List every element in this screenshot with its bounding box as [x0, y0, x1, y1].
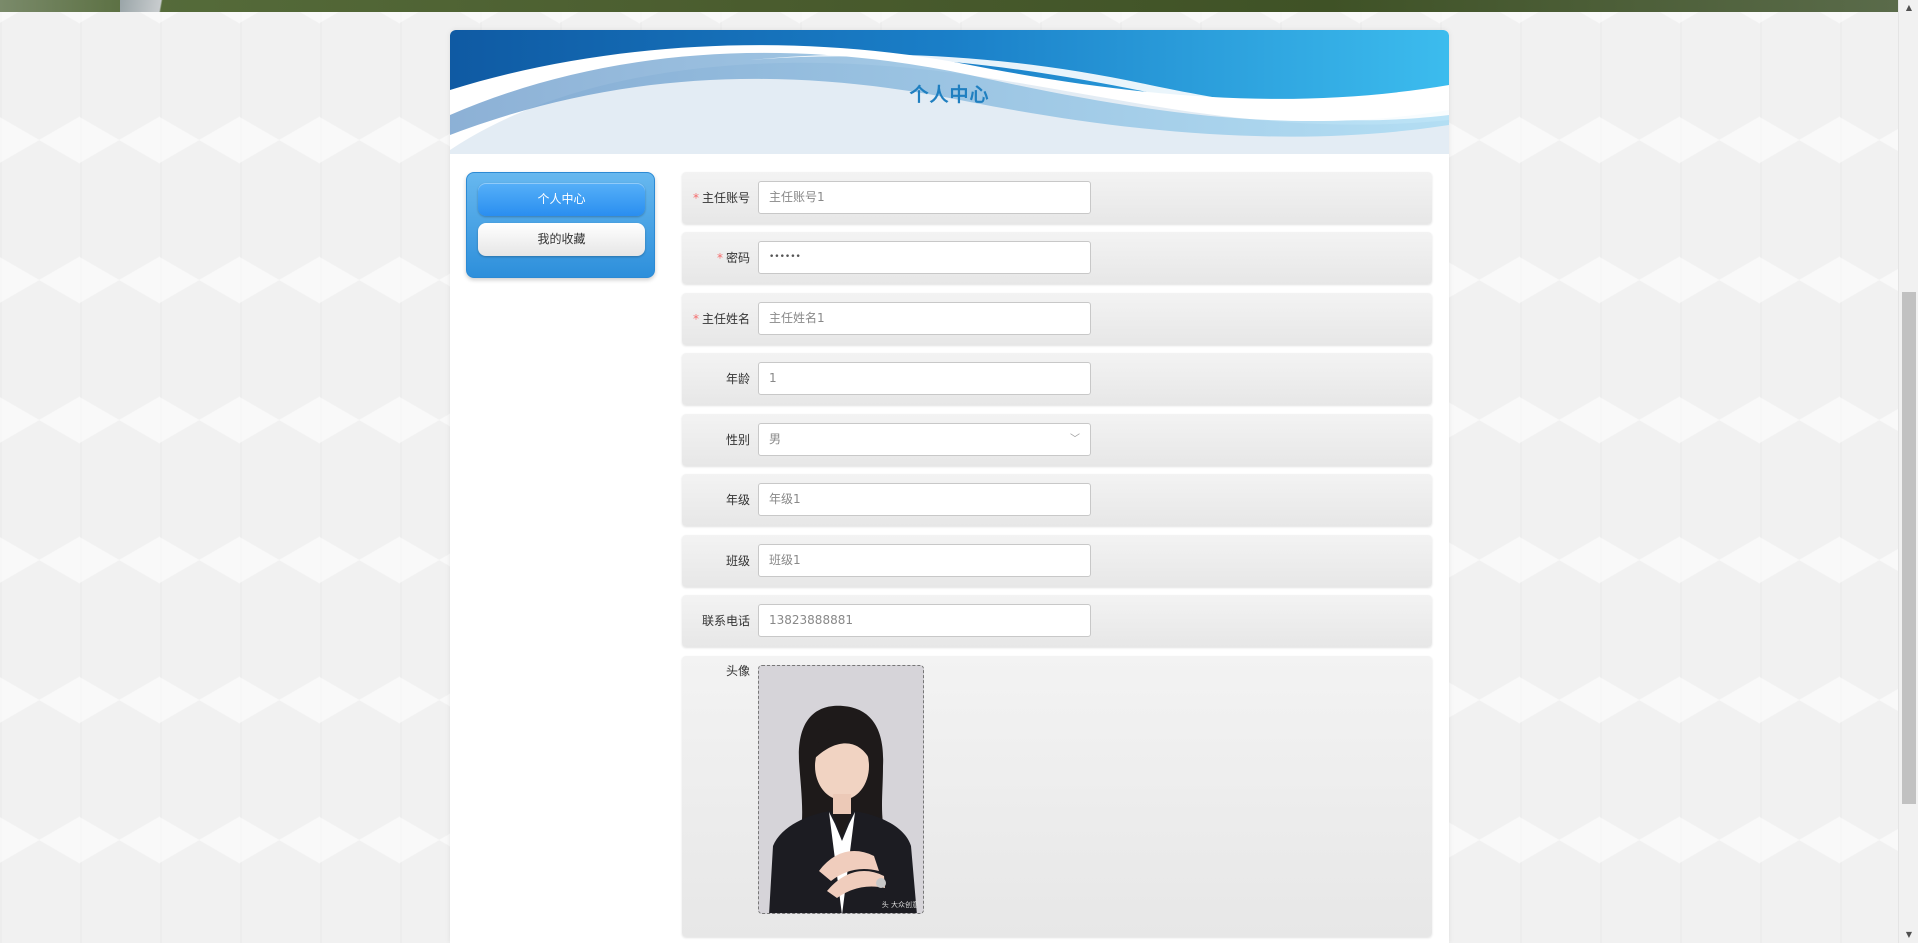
phone-label: 联系电话 [701, 614, 750, 628]
form-row-gender: 性别 男 ﹀ [682, 414, 1432, 466]
page-title: 个人中心 [909, 84, 990, 106]
required-mark: * [692, 191, 699, 205]
age-input[interactable]: 1 [758, 362, 1091, 395]
required-mark: * [716, 251, 723, 265]
chevron-down-icon: ﹀ [1070, 434, 1080, 445]
header-background-image [0, 0, 1898, 12]
name-input[interactable]: 主任姓名1 [758, 302, 1091, 335]
avatar-watermark: 头 大众创意 [881, 901, 919, 909]
password-input[interactable]: •••••• [758, 241, 1091, 274]
triangle-up-icon[interactable]: ▲ [1899, 0, 1918, 16]
profile-card: 个人中心 个人中心 我的收藏 * 主任账号 主任账号1 * 密码 •••••• * 主… [450, 30, 1449, 943]
form-row-grade: 年级 年级1 [682, 474, 1432, 526]
menu-item-favorites[interactable]: 我的收藏 [478, 223, 645, 256]
triangle-down-icon[interactable]: ▼ [1899, 927, 1918, 943]
form-row-password: * 密码 •••••• [682, 232, 1432, 284]
class-label: 班级 [725, 554, 750, 568]
password-label: * 密码 [716, 251, 750, 265]
gender-label: 性别 [725, 433, 750, 447]
name-label: * 主任姓名 [692, 312, 750, 326]
age-label: 年龄 [725, 372, 750, 386]
gender-value: 男 [769, 432, 782, 446]
account-label: * 主任账号 [692, 191, 750, 205]
avatar-image [759, 666, 923, 913]
grade-label: 年级 [725, 493, 750, 507]
phone-input[interactable]: 13823888881 [758, 604, 1091, 637]
avatar-label: 头像 [725, 664, 750, 678]
form-row-phone: 联系电话 13823888881 [682, 595, 1432, 647]
form-row-account: * 主任账号 主任账号1 [682, 172, 1432, 224]
title-banner: 个人中心 [450, 30, 1449, 154]
gender-select[interactable]: 男 ﹀ [758, 423, 1091, 456]
account-input[interactable]: 主任账号1 [758, 181, 1091, 214]
avatar-upload[interactable]: 头 大众创意 [758, 665, 924, 914]
form-row-avatar: 头像 头 大众创意 [682, 656, 1432, 937]
required-mark: * [692, 312, 699, 326]
scrollbar-thumb[interactable] [1902, 292, 1916, 804]
form-row-name: * 主任姓名 主任姓名1 [682, 293, 1432, 345]
menu-item-profile[interactable]: 个人中心 [478, 183, 645, 216]
class-input[interactable]: 班级1 [758, 544, 1091, 577]
form-row-class: 班级 班级1 [682, 535, 1432, 587]
grade-input[interactable]: 年级1 [758, 483, 1091, 516]
side-menu: 个人中心 我的收藏 [466, 172, 655, 278]
form-row-age: 年龄 1 [682, 353, 1432, 405]
page-scrollbar[interactable]: ▲ ▼ [1898, 0, 1918, 943]
